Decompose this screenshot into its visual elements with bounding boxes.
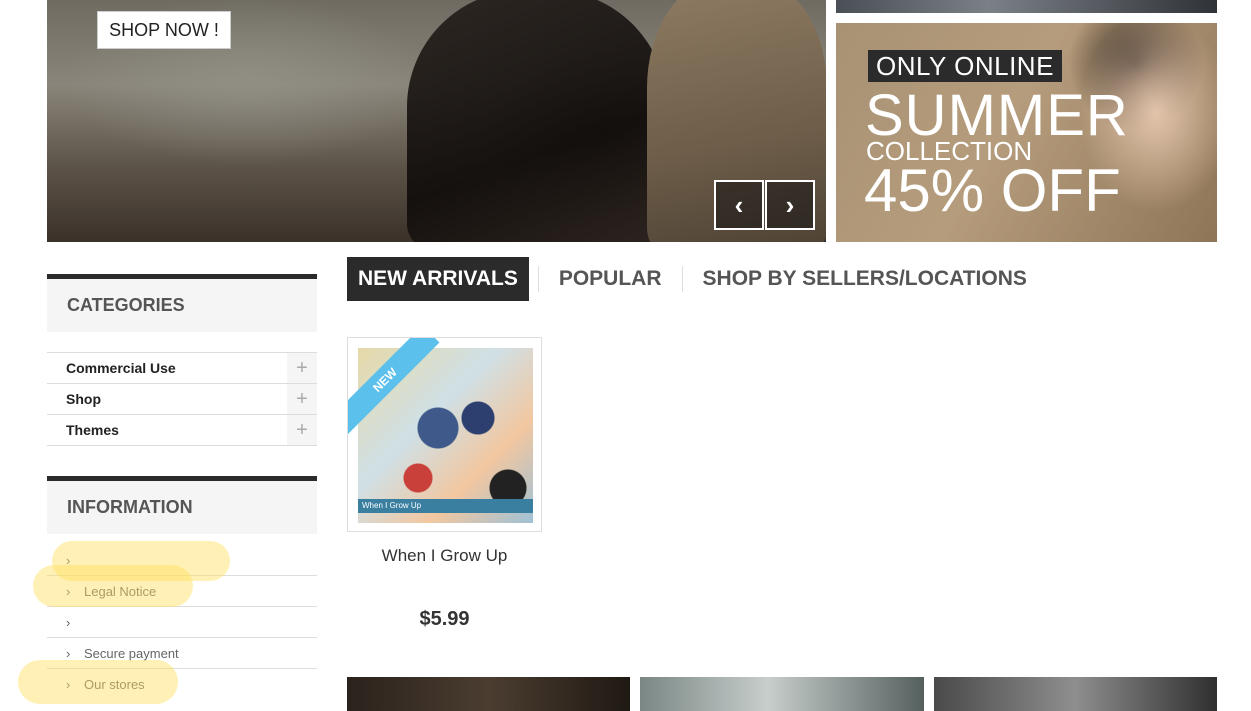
top-right-banner[interactable] [836, 0, 1217, 13]
category-label: Commercial Use [66, 360, 176, 376]
product-card[interactable]: When I Grow Up NEW [347, 337, 542, 532]
product-tabs: NEW ARRIVALS POPULAR SHOP BY SELLERS/LOC… [347, 257, 1038, 301]
promo-tag: ONLY ONLINE [868, 50, 1062, 82]
plus-icon[interactable]: + [287, 384, 317, 414]
category-item-themes[interactable]: Themes + [47, 414, 317, 446]
category-label: Shop [66, 391, 101, 407]
summer-collection-banner[interactable]: ONLY ONLINE SUMMER COLLECTION 45% OFF [836, 23, 1217, 242]
featured-thumbnail[interactable] [640, 677, 924, 711]
slider-navigation: ‹ › [714, 180, 815, 230]
chevron-right-icon: › [66, 552, 71, 568]
shop-now-button[interactable]: SHOP NOW ! [97, 11, 231, 49]
promo-discount: 45% OFF [864, 157, 1121, 224]
info-link-label: Secure payment [84, 645, 179, 661]
category-item-commercial-use[interactable]: Commercial Use + [47, 352, 317, 383]
tab-divider [681, 266, 683, 292]
categories-heading: CATEGORIES [47, 274, 317, 332]
info-link-label: Legal Notice [84, 583, 157, 599]
info-link-secure-payment[interactable]: › Secure payment [47, 638, 317, 669]
categories-list: Commercial Use + Shop + Themes + [47, 352, 317, 446]
product-name-link[interactable]: When I Grow Up [347, 546, 542, 566]
info-link-our-stores[interactable]: › Our stores [47, 669, 317, 699]
featured-thumbnail[interactable] [934, 677, 1217, 711]
tab-popular[interactable]: POPULAR [548, 257, 673, 301]
plus-icon[interactable]: + [287, 415, 317, 445]
chevron-left-icon[interactable]: ‹ [714, 180, 764, 230]
chevron-right-icon: › [66, 676, 71, 692]
tab-shop-by-sellers[interactable]: SHOP BY SELLERS/LOCATIONS [692, 257, 1038, 301]
info-link-label: Our stores [84, 676, 145, 692]
chevron-right-icon: › [66, 583, 71, 599]
info-link-3[interactable]: › [47, 607, 317, 638]
information-heading: INFORMATION [47, 476, 317, 534]
info-link-legal-notice[interactable]: › Legal Notice [47, 576, 317, 607]
hero-image-figure-left [407, 0, 667, 242]
category-label: Themes [66, 422, 119, 438]
chevron-right-icon: › [66, 645, 71, 661]
chevron-right-icon[interactable]: › [765, 180, 815, 230]
tab-new-arrivals[interactable]: NEW ARRIVALS [347, 257, 529, 301]
plus-icon[interactable]: + [287, 353, 317, 383]
chevron-right-icon: › [66, 614, 71, 630]
info-link-1[interactable]: › [47, 545, 317, 576]
featured-thumbnail[interactable] [347, 677, 630, 711]
product-price: $5.99 [419, 608, 470, 630]
tab-divider [537, 266, 539, 292]
information-list: › › Legal Notice › › Secure payment › Ou… [47, 545, 317, 699]
hero-slider: SHOP NOW ! ‹ › [47, 0, 826, 242]
product-image-caption: When I Grow Up [358, 499, 533, 513]
category-item-shop[interactable]: Shop + [47, 383, 317, 414]
